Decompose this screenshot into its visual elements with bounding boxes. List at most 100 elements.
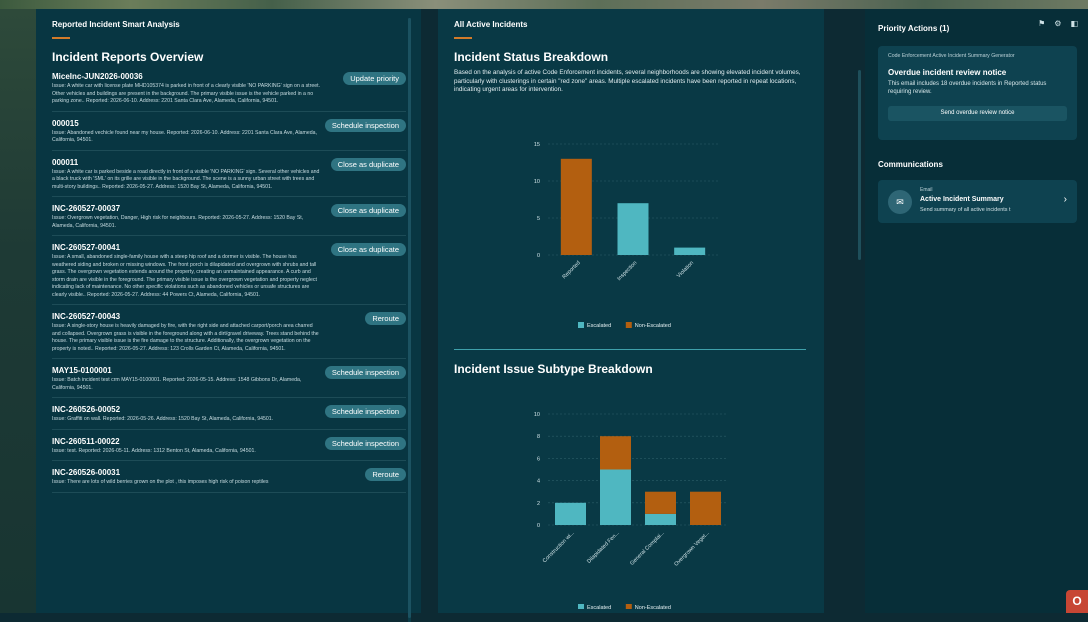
bar-non-escalated [645, 491, 676, 514]
report-description: Issue: Abandoned vechicle found near my … [52, 129, 317, 144]
bar-escalated [674, 247, 706, 255]
report-id[interactable]: INC-260526-00031 [52, 468, 406, 478]
bar-escalated [555, 502, 586, 525]
bar-non-escalated [560, 158, 592, 255]
header-underline [52, 37, 70, 39]
report-description: Issue: Overgrown vegetation, Danger, Hig… [52, 215, 304, 229]
bar-escalated [600, 469, 631, 525]
y-tick-label: 4 [537, 479, 540, 485]
report-action-button[interactable]: Reroute [365, 312, 406, 325]
scrollbar-thumb[interactable] [408, 18, 411, 618]
priority-actions-panel: Priority Actions (1) ⚑ ⚙ ◧ Code Enforcem… [865, 9, 1088, 613]
send-overdue-notice-button[interactable]: Send overdue review notice [888, 106, 1067, 121]
y-tick-label: 10 [534, 179, 540, 185]
panel-header: Reported Incident Smart Analysis [52, 20, 180, 29]
report-action-button[interactable]: Reroute [365, 468, 406, 481]
report-description: Issue: A white car is parked beside a ro… [52, 168, 320, 190]
y-tick-label: 5 [537, 216, 540, 222]
report-action-button[interactable]: Close as duplicate [330, 243, 406, 256]
bar-escalated [645, 513, 676, 525]
legend-label: Non-Escalated [635, 605, 671, 609]
report-description: Issue: A small, abandoned single-family … [52, 254, 317, 298]
report-description: Issue: Batch incident test crm MAY15-010… [52, 377, 302, 391]
report-id[interactable]: INC-260527-00043 [52, 312, 406, 322]
legend-swatch [625, 322, 632, 328]
report-item[interactable]: INC-260527-00037 Issue: Overgrown vegetat… [52, 204, 406, 236]
priority-actions-title: Priority Actions (1) [878, 24, 950, 33]
legend-swatch [578, 604, 584, 609]
y-tick-label: 6 [537, 456, 540, 462]
report-action-button[interactable]: Schedule inspection [324, 405, 406, 418]
report-action-button[interactable]: Schedule inspection [324, 366, 406, 379]
y-tick-label: 8 [537, 434, 540, 440]
report-item[interactable]: 000015 Issue: Abandoned vechicle found ne… [52, 118, 406, 151]
report-list: MiceInc-JUN2026-00036 Issue: A white car … [52, 72, 406, 500]
status-breakdown-chart: 0 5 10 15 Reported Inspection Violation Escalat… [534, 142, 718, 329]
legend-label: Escalated [587, 605, 611, 609]
bar-non-escalated [690, 491, 721, 525]
y-tick-label: 0 [537, 523, 540, 529]
report-item[interactable]: INC-260511-00022 Issue: test. Reported: 2… [52, 436, 406, 461]
reports-title: Incident Reports Overview [52, 50, 204, 64]
report-item[interactable]: MAY15-0100001 Issue: Batch incident test … [52, 366, 406, 398]
report-action-button[interactable]: Schedule inspection [324, 436, 406, 450]
card-subtitle: Code Enforcement Active Incident Summary… [888, 53, 1015, 59]
communication-description: Send summary of all active incidents t [920, 207, 1011, 213]
report-action-button[interactable]: Schedule inspection [324, 118, 406, 132]
subtype-breakdown-title: Incident Issue Subtype Breakdown [454, 362, 653, 376]
report-item[interactable]: 000011 Issue: A white car is parked besid… [52, 157, 406, 197]
report-description: Issue: There are lots of wild berries gr… [52, 479, 269, 485]
report-item[interactable]: INC-260527-00041 Issue: A small, abandone… [52, 243, 406, 305]
legend-swatch [625, 604, 632, 609]
scrollbar-thumb[interactable] [858, 70, 861, 260]
x-tick-label: Reported [561, 260, 581, 280]
report-action-button[interactable]: Update priority [343, 72, 406, 85]
email-icon: ✉ [888, 190, 912, 214]
incident-reports-panel: Reported Incident Smart Analysis Inciden… [36, 9, 421, 622]
chevron-right-icon[interactable]: › [1064, 194, 1067, 205]
y-tick-label: 15 [534, 142, 540, 148]
y-tick-label: 2 [537, 501, 540, 507]
header-underline [454, 37, 472, 39]
status-summary-text: Based on the analysis of active Code Enf… [454, 69, 801, 93]
report-action-button[interactable]: Close as duplicate [330, 157, 406, 171]
report-description: Issue: A single-story house is heavily d… [52, 323, 319, 352]
header-icons: ⚑ ⚙ ◧ [1038, 19, 1078, 28]
section-divider [454, 349, 806, 350]
report-description: Issue: Graffiti on wall. Reported: 2026-… [52, 416, 274, 422]
card-body: This email includes 18 overdue incidents… [888, 81, 1047, 95]
x-tick-label: Overgrown Veget... [673, 530, 711, 568]
background-edge [0, 9, 36, 613]
active-incidents-panel: All Active Incidents Incident Status Bre… [438, 9, 824, 613]
bell-icon[interactable]: ⚑ [1038, 19, 1045, 28]
panel-toggle-icon[interactable]: ◧ [1070, 19, 1078, 28]
communication-item[interactable]: ✉ Email Active Incident Summary Send sum… [878, 180, 1077, 223]
subtype-breakdown-chart: 0 2 4 6 8 10 Construction wi... Dilapidated Fen… [534, 412, 728, 609]
x-tick-label: Violation [676, 260, 695, 279]
x-tick-label: Inspection [616, 260, 638, 282]
priority-action-card: Code Enforcement Active Incident Summary… [878, 46, 1077, 140]
report-item[interactable]: INC-260527-00043 Issue: A single-story ho… [52, 312, 406, 359]
bar-non-escalated [600, 436, 631, 470]
oracle-logo[interactable]: O [1066, 590, 1088, 613]
x-tick-label: Dilapidated Fen... [586, 530, 621, 565]
report-description: Issue: test. Reported: 2026-05-11. Addre… [52, 447, 256, 454]
background-strip [0, 0, 1088, 9]
communication-name: Active Incident Summary [920, 196, 1004, 203]
legend-label: Non-Escalated [635, 323, 671, 329]
legend-swatch [578, 322, 584, 328]
panel-header: All Active Incidents [454, 20, 528, 29]
y-tick-label: 0 [537, 253, 540, 259]
card-heading: Overdue incident review notice [888, 68, 1007, 77]
report-item[interactable]: MiceInc-JUN2026-00036 Issue: A white car … [52, 72, 406, 112]
report-item[interactable]: INC-260526-00031 Issue: There are lots of… [52, 468, 406, 493]
x-tick-label: General Complai... [629, 530, 666, 567]
communication-type: Email [920, 187, 933, 193]
legend-label: Escalated [587, 323, 611, 329]
communications-title: Communications [878, 160, 943, 169]
bar-escalated [617, 203, 649, 255]
scrollbar[interactable] [408, 18, 411, 622]
report-action-button[interactable]: Close as duplicate [330, 204, 406, 217]
gear-icon[interactable]: ⚙ [1054, 19, 1061, 28]
report-item[interactable]: INC-260526-00052 Issue: Graffiti on wall.… [52, 405, 406, 430]
